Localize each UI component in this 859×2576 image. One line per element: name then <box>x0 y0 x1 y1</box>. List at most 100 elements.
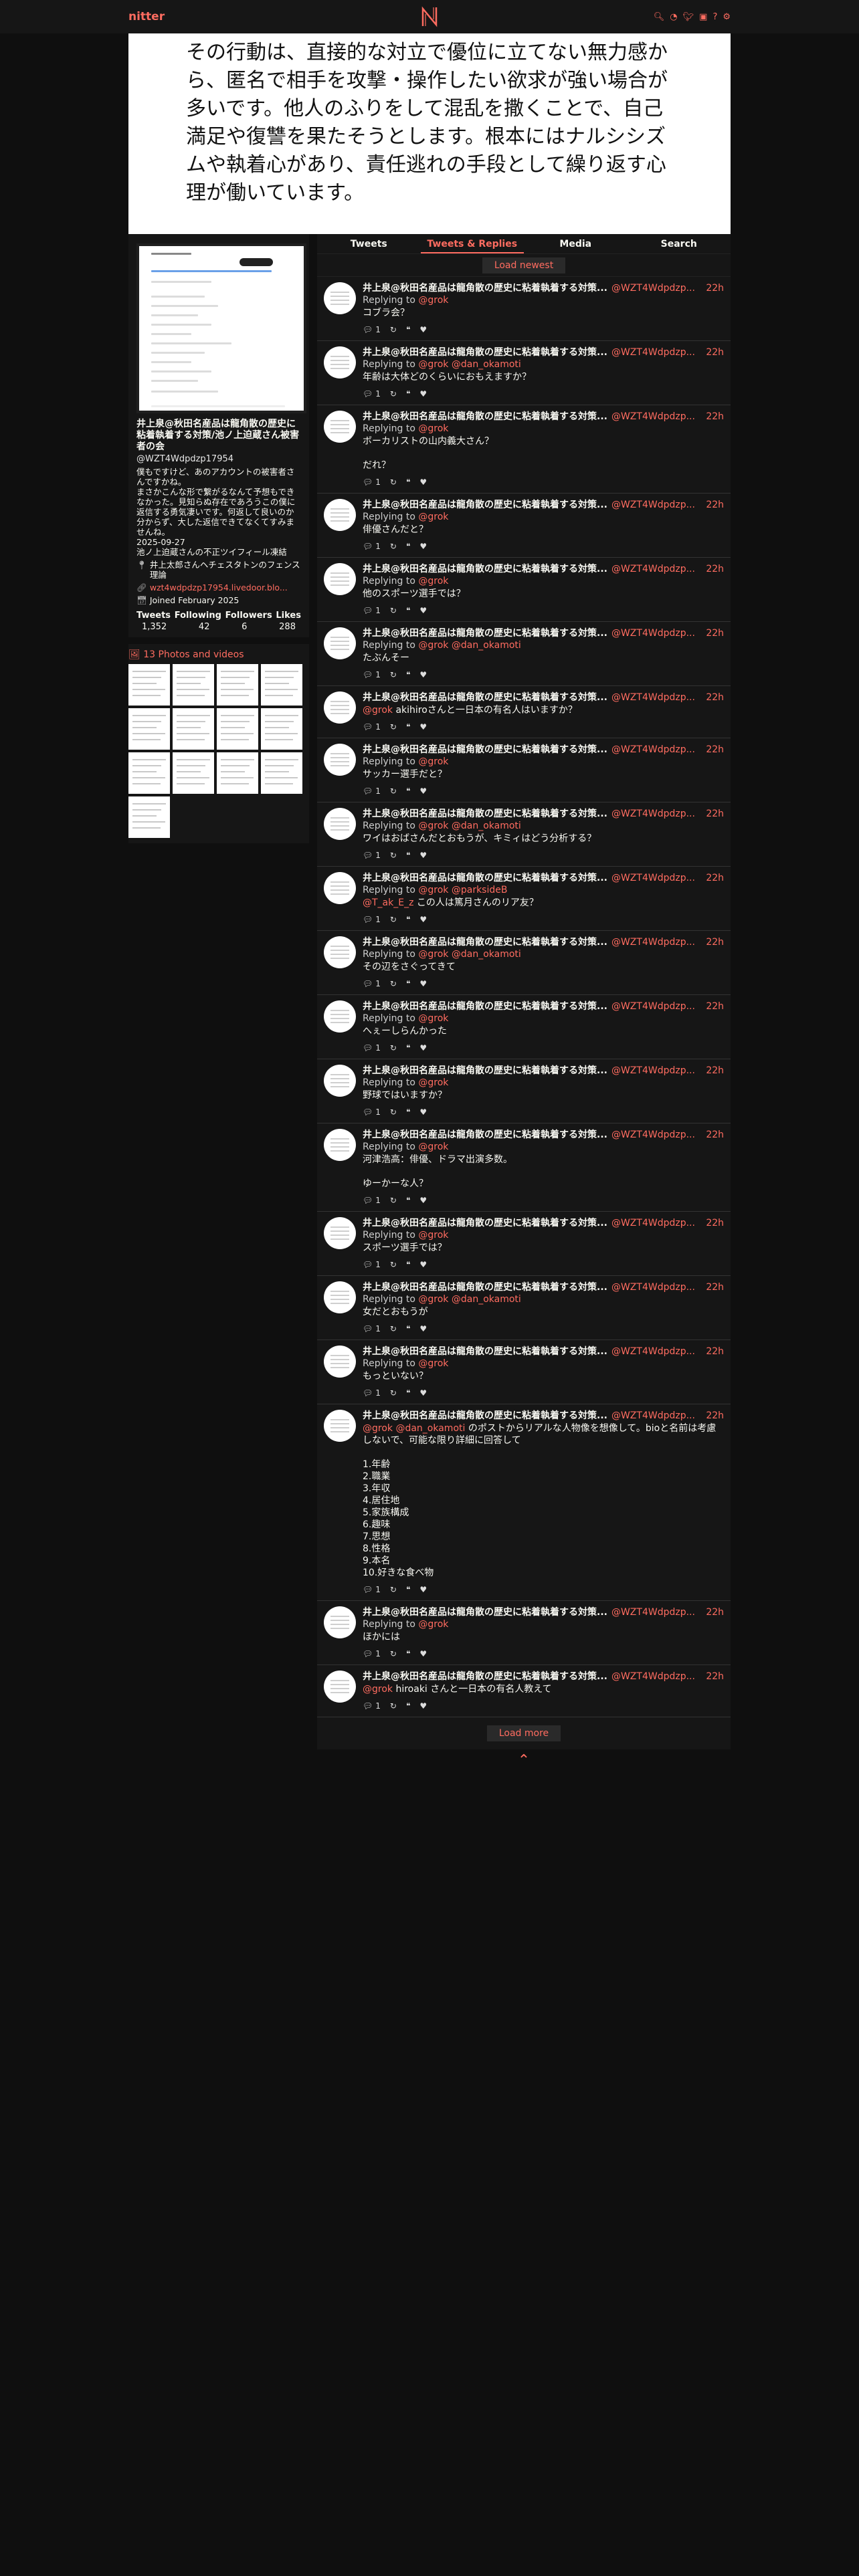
photo-thumbnail[interactable] <box>128 708 170 750</box>
tweet-date[interactable]: 22h <box>702 691 724 704</box>
tweet-avatar[interactable] <box>324 1606 356 1638</box>
photo-thumbnail[interactable] <box>173 708 214 750</box>
heart-icon[interactable]: ♥ <box>419 389 427 399</box>
tweet-date[interactable]: 22h <box>702 808 724 820</box>
tweet-avatar[interactable] <box>324 808 356 840</box>
replying-to-mentions[interactable]: @grok <box>418 756 448 767</box>
tweet-item[interactable]: 井上泉@秋田名産品は龍角散の歴史に粘着執着する対策... @WZT4Wdpdzp.… <box>317 1340 731 1404</box>
tweet-fullname[interactable]: 井上泉@秋田名産品は龍角散の歴史に粘着執着する対策... <box>363 1281 607 1293</box>
heart-icon[interactable]: ♥ <box>419 1107 427 1117</box>
tweet-username[interactable]: @WZT4Wdpdzp... <box>611 1217 695 1229</box>
tweet-item[interactable]: 井上泉@秋田名産品は龍角散の歴史に粘着執着する対策... @WZT4Wdpdzp.… <box>317 686 731 738</box>
reply-stat[interactable]: 💬︎ 1 <box>363 1107 381 1117</box>
tweet-date[interactable]: 22h <box>702 1000 724 1012</box>
tweet-avatar[interactable] <box>324 1346 356 1378</box>
load-newest-button[interactable]: Load newest <box>482 257 566 274</box>
retweet-icon[interactable]: ↻ <box>390 1323 397 1334</box>
tweet-username[interactable]: @WZT4Wdpdzp... <box>611 1065 695 1077</box>
tweet-username[interactable]: @WZT4Wdpdzp... <box>611 872 695 884</box>
retweet-icon[interactable]: ↻ <box>390 914 397 925</box>
reply-stat[interactable]: 💬︎ 1 <box>363 1584 381 1595</box>
heart-icon[interactable]: ♥ <box>419 324 427 335</box>
tweet-item[interactable]: 井上泉@秋田名産品は龍角散の歴史に粘着執着する対策... @WZT4Wdpdzp.… <box>317 277 731 341</box>
reply-stat[interactable]: 💬︎ 1 <box>363 1388 381 1398</box>
replying-to-mentions[interactable]: @grok @dan_okamoti <box>418 1294 520 1305</box>
retweet-icon[interactable]: ↻ <box>390 1107 397 1117</box>
tweet-date[interactable]: 22h <box>702 627 724 639</box>
replying-to-mentions[interactable]: @grok @dan_okamoti <box>418 949 520 960</box>
reply-stat[interactable]: 💬︎ 1 <box>363 914 381 925</box>
retweet-icon[interactable]: ↻ <box>390 1259 397 1270</box>
replying-to-mentions[interactable]: @grok @parksideB <box>418 885 507 895</box>
reply-stat[interactable]: 💬︎ 1 <box>363 477 381 488</box>
replying-to-mentions[interactable]: @grok <box>418 423 448 434</box>
retweet-icon[interactable]: ↻ <box>390 605 397 616</box>
tweet-username[interactable]: @WZT4Wdpdzp... <box>611 808 695 820</box>
quote-icon[interactable]: ❝ <box>406 605 410 616</box>
tweet-date[interactable]: 22h <box>702 1346 724 1358</box>
tweet-username[interactable]: @WZT4Wdpdzp... <box>611 1129 695 1141</box>
tweet-fullname[interactable]: 井上泉@秋田名産品は龍角散の歴史に粘着執着する対策... <box>363 1671 607 1683</box>
heart-icon[interactable]: ♥ <box>419 722 427 732</box>
tweet-fullname[interactable]: 井上泉@秋田名産品は龍角散の歴史に粘着執着する対策... <box>363 563 607 575</box>
heart-icon[interactable]: ♥ <box>419 1388 427 1398</box>
tweet-username[interactable]: @WZT4Wdpdzp... <box>611 627 695 639</box>
heart-icon[interactable]: ♥ <box>419 669 427 680</box>
quote-icon[interactable]: ❝ <box>406 1195 410 1206</box>
quote-icon[interactable]: ❝ <box>406 1107 410 1117</box>
tweet-username[interactable]: @WZT4Wdpdzp... <box>611 1410 695 1422</box>
quote-icon[interactable]: ❝ <box>406 1701 410 1711</box>
tweet-item[interactable]: 井上泉@秋田名産品は龍角散の歴史に粘着執着する対策... @WZT4Wdpdzp.… <box>317 341 731 405</box>
quote-icon[interactable]: ❝ <box>406 477 410 488</box>
search-icon[interactable]: 🔍︎ <box>654 13 665 21</box>
reply-stat[interactable]: 💬︎ 1 <box>363 541 381 552</box>
photo-thumbnail[interactable] <box>261 752 302 794</box>
tweet-item[interactable]: 井上泉@秋田名産品は龍角散の歴史に粘着執着する対策... @WZT4Wdpdzp.… <box>317 802 731 867</box>
retweet-icon[interactable]: ↻ <box>390 978 397 989</box>
reply-stat[interactable]: 💬︎ 1 <box>363 1701 381 1711</box>
tweet-date[interactable]: 22h <box>702 282 724 294</box>
heart-icon[interactable]: ♥ <box>419 1195 427 1206</box>
tweet-item[interactable]: 井上泉@秋田名産品は龍角散の歴史に粘着執着する対策... @WZT4Wdpdzp.… <box>317 1665 731 1717</box>
quote-icon[interactable]: ❝ <box>406 1648 410 1659</box>
tweet-avatar[interactable] <box>324 1000 356 1033</box>
tweet-date[interactable]: 22h <box>702 1606 724 1618</box>
stat-label-followers[interactable]: Followers <box>225 611 272 621</box>
quote-icon[interactable]: ❝ <box>406 914 410 925</box>
heart-icon[interactable]: ♥ <box>419 978 427 989</box>
replying-to-mentions[interactable]: @grok <box>418 1619 448 1630</box>
tweet-date[interactable]: 22h <box>702 872 724 884</box>
retweet-icon[interactable]: ↻ <box>390 1388 397 1398</box>
photo-rail-title[interactable]: 🖼︎ 13 Photos and videos <box>128 649 309 660</box>
quote-icon[interactable]: ❝ <box>406 786 410 796</box>
rss-icon[interactable]: ◔ <box>670 13 677 21</box>
reply-stat[interactable]: 💬︎ 1 <box>363 1043 381 1053</box>
tweet-date[interactable]: 22h <box>702 1065 724 1077</box>
tweet-item[interactable]: 井上泉@秋田名産品は龍角散の歴史に粘着執着する対策... @WZT4Wdpdzp.… <box>317 1404 731 1601</box>
tweet-mention[interactable]: @T_ak_E_z <box>363 897 413 908</box>
quote-icon[interactable]: ❝ <box>406 324 410 335</box>
quote-icon[interactable]: ❝ <box>406 850 410 861</box>
heart-icon[interactable]: ♥ <box>419 541 427 552</box>
photo-thumbnail[interactable] <box>128 664 170 706</box>
photo-thumbnail[interactable] <box>261 708 302 750</box>
tweet-fullname[interactable]: 井上泉@秋田名産品は龍角散の歴史に粘着執着する対策... <box>363 872 607 884</box>
tweet-item[interactable]: 井上泉@秋田名産品は龍角散の歴史に粘着執着する対策... @WZT4Wdpdzp.… <box>317 494 731 558</box>
profile-avatar[interactable] <box>136 243 306 413</box>
quote-icon[interactable]: ❝ <box>406 389 410 399</box>
photo-thumbnail[interactable] <box>173 752 214 794</box>
tweet-username[interactable]: @WZT4Wdpdzp... <box>611 499 695 511</box>
replying-to-mentions[interactable]: @grok @dan_okamoti <box>418 821 520 831</box>
tweet-date[interactable]: 22h <box>702 1671 724 1683</box>
photo-thumbnail[interactable] <box>128 752 170 794</box>
tweet-avatar[interactable] <box>324 282 356 314</box>
heart-icon[interactable]: ♥ <box>419 914 427 925</box>
quote-icon[interactable]: ❝ <box>406 722 410 732</box>
profile-handle[interactable]: @WZT4Wdpdzp17954 <box>136 454 301 464</box>
retweet-icon[interactable]: ↻ <box>390 850 397 861</box>
retweet-icon[interactable]: ↻ <box>390 1648 397 1659</box>
tweet-mention[interactable]: @grok <box>363 705 393 716</box>
tweet-avatar[interactable] <box>324 1129 356 1161</box>
replying-to-mentions[interactable]: @grok <box>418 512 448 522</box>
retweet-icon[interactable]: ↻ <box>390 786 397 796</box>
